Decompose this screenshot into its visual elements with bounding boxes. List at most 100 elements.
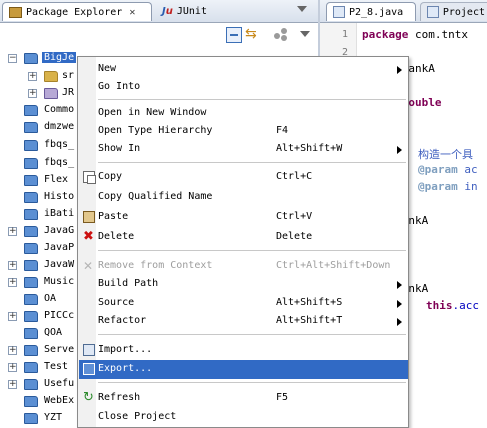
code-annotation: @param xyxy=(418,163,458,176)
tab-editor-p2-8[interactable]: P2_8.java xyxy=(326,2,416,21)
line-number: 1 xyxy=(341,29,348,40)
tree-item-label: Histo xyxy=(44,191,75,202)
project-folder-icon xyxy=(24,243,38,254)
project-folder-icon xyxy=(24,122,38,133)
code-comment: ac xyxy=(457,163,478,176)
import-icon xyxy=(83,344,95,356)
menu-item-build-path[interactable]: Build Path xyxy=(79,275,408,294)
menu-item-label: Go Into xyxy=(98,81,141,92)
menu-item-paste[interactable]: Paste Ctrl+V xyxy=(79,208,408,227)
editor-tab-label: P2_8.java xyxy=(349,6,404,18)
project-folder-icon xyxy=(24,209,38,220)
tree-item-label: WebEx xyxy=(44,395,75,406)
menu-item-source[interactable]: Source Alt+Shift+S xyxy=(79,294,408,313)
tree-expand-icon[interactable]: + xyxy=(8,312,17,321)
code-keyword: this xyxy=(426,299,453,312)
tree-expand-icon[interactable]: + xyxy=(8,363,17,372)
menu-item-refresh[interactable]: ↻ Refresh F5 xyxy=(79,389,408,408)
junit-icon: Ju xyxy=(162,6,173,17)
tree-expand-icon[interactable]: + xyxy=(28,72,37,81)
menu-separator xyxy=(98,334,406,336)
copy-icon xyxy=(83,171,96,184)
project-folder-icon xyxy=(24,226,38,237)
code-line[interactable]: @param in xyxy=(418,180,478,193)
view-toolbar: ⇆ xyxy=(0,23,318,47)
source-folder-icon xyxy=(44,71,58,82)
menu-item-go-into[interactable]: Go Into xyxy=(79,78,408,97)
tree-item-label: QOA xyxy=(44,327,63,338)
menu-item-new[interactable]: New xyxy=(79,60,408,79)
tree-expand-icon[interactable]: + xyxy=(28,89,37,98)
tree-item-label: Serve xyxy=(44,344,75,355)
tree-item-label: Music xyxy=(44,276,75,287)
tree-item-label: BigJe xyxy=(42,52,77,63)
tree-collapse-icon[interactable]: − xyxy=(8,54,17,63)
menu-item-export[interactable]: Export... xyxy=(79,360,408,379)
tree-item-label: JavaW xyxy=(44,259,75,270)
menu-item-remove-from-context: ✕ Remove from Context Ctrl+Alt+Shift+Dow… xyxy=(79,257,408,276)
menu-item-shortcut: Alt+Shift+W xyxy=(276,143,343,154)
tree-item-label: Test xyxy=(44,361,69,372)
menu-item-copy[interactable]: Copy Ctrl+C xyxy=(79,168,408,187)
menu-item-label: Copy Qualified Name xyxy=(98,191,213,202)
menu-item-show-in[interactable]: Show In Alt+Shift+W xyxy=(79,140,408,159)
link-with-editor-icon[interactable]: ⇆ xyxy=(245,26,261,42)
context-menu: New Go Into Open in New Window Open Type… xyxy=(77,56,409,428)
close-icon[interactable]: ✕ xyxy=(129,7,135,18)
menu-item-open-new-window[interactable]: Open in New Window xyxy=(79,104,408,123)
editor-tab-label: Project xyxy=(442,6,485,18)
tab-junit[interactable]: Ju JUnit xyxy=(156,2,226,21)
tree-expand-icon[interactable]: + xyxy=(8,227,17,236)
submenu-arrow-icon xyxy=(397,281,402,289)
project-folder-icon xyxy=(24,192,38,203)
menu-item-open-type-hierarchy[interactable]: Open Type Hierarchy F4 xyxy=(79,122,408,141)
menu-item-delete[interactable]: ✖ Delete Delete xyxy=(79,228,408,247)
menu-item-refactor[interactable]: Refactor Alt+Shift+T xyxy=(79,312,408,331)
code-annotation: @param xyxy=(418,180,458,193)
submenu-arrow-icon xyxy=(397,146,402,154)
project-folder-icon xyxy=(24,277,38,288)
menu-item-label: Refactor xyxy=(98,315,147,326)
code-line[interactable]: @param ac xyxy=(418,163,478,176)
menu-item-label: Show In xyxy=(98,143,141,154)
menu-item-shortcut: Ctrl+V xyxy=(276,211,313,222)
tree-expand-icon[interactable]: + xyxy=(8,380,17,389)
menu-item-copy-qualified-name[interactable]: Copy Qualified Name xyxy=(79,188,408,207)
tree-expand-icon[interactable]: + xyxy=(8,346,17,355)
filter-icon[interactable] xyxy=(273,27,289,43)
view-menu-chevron-down-icon[interactable] xyxy=(300,31,310,37)
code-keyword: package xyxy=(362,28,409,41)
menu-item-label: Build Path xyxy=(98,278,159,289)
package-explorer-icon xyxy=(9,6,22,18)
menu-separator xyxy=(98,99,406,101)
menu-item-label: Open Type Hierarchy xyxy=(98,125,213,136)
menu-item-import[interactable]: Import... xyxy=(79,341,408,360)
view-minimize-icon[interactable] xyxy=(297,6,307,12)
tree-item-label: Commo xyxy=(44,104,75,115)
code-comment[interactable]: 构造一个具 xyxy=(418,146,473,162)
menu-item-close-project[interactable]: Close Project xyxy=(79,408,408,427)
project-folder-icon xyxy=(24,260,38,271)
export-icon xyxy=(83,363,95,375)
code-comment: in xyxy=(457,180,478,193)
project-folder-icon xyxy=(24,362,38,373)
menu-item-label: Import... xyxy=(98,344,153,355)
tree-expand-icon[interactable]: + xyxy=(8,261,17,270)
code-line[interactable]: this.acc xyxy=(426,299,479,312)
collapse-all-icon[interactable] xyxy=(226,27,242,43)
tab-editor-project[interactable]: Project xyxy=(420,2,487,21)
tree-item-label: OA xyxy=(44,293,57,304)
tab-package-explorer[interactable]: Package Explorer ✕ xyxy=(2,2,152,21)
view-tab-bar: Package Explorer ✕ Ju JUnit xyxy=(0,0,318,23)
project-folder-icon xyxy=(24,413,38,424)
menu-item-shortcut: Ctrl+Alt+Shift+Down xyxy=(276,260,391,271)
java-file-icon xyxy=(427,6,439,18)
tree-expand-icon[interactable]: + xyxy=(8,278,17,287)
menu-item-shortcut: Alt+Shift+S xyxy=(276,297,343,308)
menu-separator xyxy=(98,382,406,384)
code-line[interactable]: package com.tntx xyxy=(362,28,468,41)
submenu-arrow-icon xyxy=(397,300,402,308)
jre-library-icon xyxy=(44,88,58,99)
tree-item-label: dmzwe xyxy=(44,121,75,132)
menu-item-shortcut: F4 xyxy=(276,125,289,136)
